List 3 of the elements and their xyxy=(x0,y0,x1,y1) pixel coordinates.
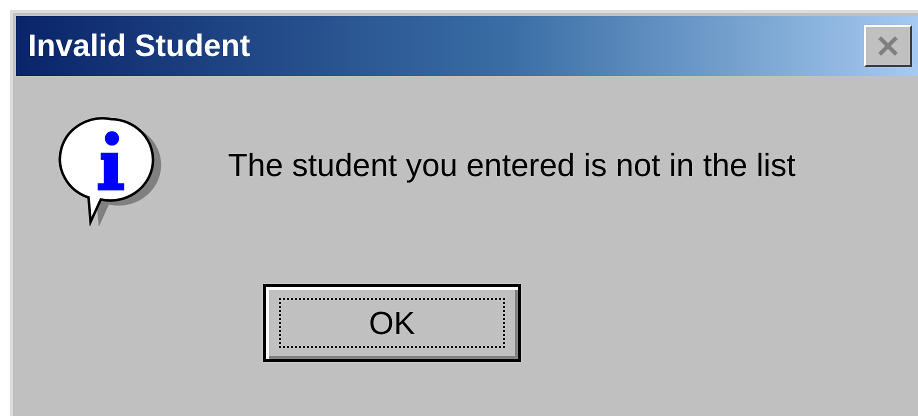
message-text: The student you entered is not in the list xyxy=(228,146,796,184)
ok-button[interactable]: OK xyxy=(263,284,521,362)
window-title: Invalid Student xyxy=(28,28,250,64)
